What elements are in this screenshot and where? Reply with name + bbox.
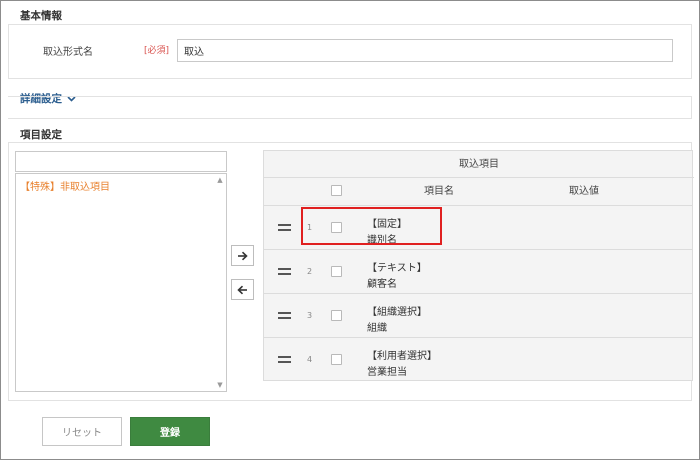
row-number: 3 bbox=[307, 311, 313, 320]
move-left-button[interactable] bbox=[231, 279, 254, 300]
column-header-item-name: 項目名 bbox=[424, 186, 454, 197]
format-name-input[interactable] bbox=[177, 39, 673, 62]
row-number: 2 bbox=[307, 267, 313, 276]
scroll-up-icon[interactable]: ▲ bbox=[216, 176, 224, 184]
drag-handle-icon[interactable] bbox=[278, 268, 291, 275]
details-label: 詳細設定 bbox=[20, 93, 62, 105]
basic-info-bottom-divider bbox=[8, 78, 692, 79]
item-settings-bottom-divider bbox=[8, 400, 692, 401]
reset-button[interactable]: リセット bbox=[42, 417, 122, 446]
row-item-name: 営業担当 bbox=[367, 367, 407, 378]
scroll-down-icon[interactable]: ▼ bbox=[216, 381, 224, 389]
row-item-name: 顧客名 bbox=[367, 279, 397, 290]
table-row[interactable]: 2 【テキスト】 顧客名 bbox=[264, 249, 692, 293]
details-toggle[interactable]: 詳細設定 bbox=[20, 91, 76, 106]
table-row[interactable]: 4 【利用者選択】 営業担当 bbox=[264, 337, 692, 381]
row-checkbox[interactable] bbox=[331, 266, 342, 277]
row-item-name: 組織 bbox=[367, 323, 387, 334]
row-item-type: 【利用者選択】 bbox=[367, 351, 437, 362]
format-name-label: 取込形式名 bbox=[43, 47, 93, 58]
import-items-table: 取込項目 項目名 取込値 1 【固定】 識別名 2 【テキスト】 顧客名 3 【… bbox=[263, 150, 694, 381]
item-search-input[interactable] bbox=[15, 151, 227, 172]
basic-info-border-left bbox=[8, 24, 9, 78]
select-all-checkbox[interactable] bbox=[331, 185, 342, 196]
required-badge: [必須] bbox=[144, 46, 170, 56]
item-settings-border-left bbox=[8, 142, 9, 400]
move-right-button[interactable] bbox=[231, 245, 254, 266]
row-item-type: 【テキスト】 bbox=[367, 263, 427, 274]
column-header-import-value: 取込値 bbox=[569, 186, 599, 197]
drag-handle-icon[interactable] bbox=[278, 312, 291, 319]
drag-handle-icon[interactable] bbox=[278, 356, 291, 363]
basic-info-divider bbox=[8, 24, 692, 25]
details-bottom-divider bbox=[8, 118, 692, 119]
register-button[interactable]: 登録 bbox=[130, 417, 210, 446]
details-divider bbox=[8, 96, 692, 97]
row-checkbox[interactable] bbox=[331, 354, 342, 365]
table-row[interactable]: 3 【組織選択】 組織 bbox=[264, 293, 692, 337]
arrow-right-icon bbox=[238, 251, 248, 260]
table-caption: 取込項目 bbox=[264, 151, 694, 178]
item-settings-divider bbox=[8, 142, 692, 143]
basic-info-title: 基本情報 bbox=[20, 10, 62, 22]
list-item-non-import[interactable]: 【特殊】非取込項目 bbox=[20, 178, 110, 193]
row-checkbox[interactable] bbox=[331, 310, 342, 321]
row-number: 4 bbox=[307, 355, 313, 364]
available-items-list[interactable]: 【特殊】非取込項目 ▲ ▼ bbox=[15, 173, 227, 392]
drag-handle-icon[interactable] bbox=[278, 224, 291, 231]
item-settings-title: 項目設定 bbox=[20, 129, 62, 141]
details-border-right bbox=[691, 96, 692, 118]
highlight-annotation bbox=[301, 207, 442, 245]
arrow-left-icon bbox=[237, 285, 247, 294]
row-item-type: 【組織選択】 bbox=[367, 307, 427, 318]
basic-info-border-right bbox=[691, 24, 692, 78]
